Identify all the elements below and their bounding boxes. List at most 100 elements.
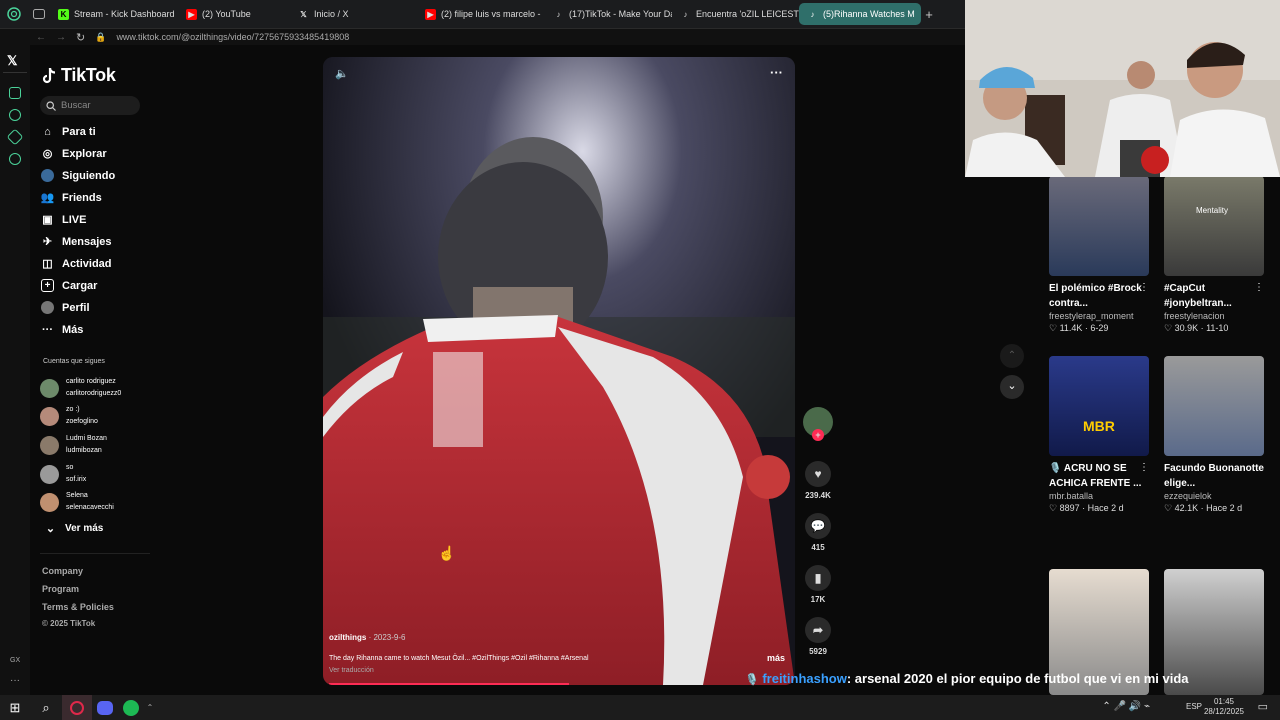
previous-video-button[interactable]: ⌃: [1000, 344, 1024, 368]
x-app-icon[interactable]: 𝕏: [7, 53, 17, 69]
tab-tiktok-active[interactable]: ♪ (5)Rihanna Watches M: [799, 3, 921, 25]
clock[interactable]: 01:45 28/12/2025: [1204, 697, 1244, 717]
video-frame: [323, 57, 795, 685]
live-icon: ▣: [42, 214, 53, 226]
volume-icon[interactable]: 🔈: [335, 67, 349, 80]
taskbar-overflow-icon[interactable]: ⌃: [144, 703, 156, 712]
settings-icon[interactable]: [9, 153, 21, 165]
taskbar: ⊞ ⌕ ⌃ ⌃ 🎤 🔊 ⌁ ESP 01:45 28/12/2025 ▭: [0, 695, 1280, 720]
tab-kick[interactable]: K Stream - Kick Dashboard: [50, 3, 178, 25]
tray-icons[interactable]: ⌃ 🎤 🔊 ⌁: [1102, 701, 1150, 712]
nav-para-ti[interactable]: ⌂ Para ti: [41, 125, 95, 138]
windows-start-icon[interactable]: ⊞: [0, 700, 30, 716]
discord-taskbar-icon[interactable]: [92, 700, 118, 715]
nav-friends[interactable]: 👥 Friends: [41, 191, 102, 205]
following-account[interactable]: so sof.irix: [40, 462, 86, 486]
url-field[interactable]: www.tiktok.com/@ozilthings/video/7275675…: [116, 32, 349, 42]
notifications-icon[interactable]: ▭: [1258, 700, 1268, 713]
following-account[interactable]: zo :) zoefoglino: [40, 404, 98, 428]
nav-cargar[interactable]: + Cargar: [41, 279, 97, 292]
tab-youtube-2[interactable]: ▶ (2) filipe luis vs marcelo -: [417, 3, 545, 25]
translate-link[interactable]: Ver traducción: [329, 667, 374, 674]
bookmarks-icon[interactable]: [9, 87, 21, 99]
footer-program[interactable]: Program: [42, 584, 79, 594]
lock-icon: 🔒: [95, 31, 107, 42]
tiktok-icon: ♪: [683, 9, 688, 19]
youtube-icon: ▶: [425, 8, 436, 20]
tab-tiktok-2[interactable]: ♪ Encuentra 'oZIL LEICESTE: [672, 3, 800, 25]
video-thumbnail: Mentality: [1164, 176, 1264, 276]
x-icon: 𝕏: [300, 9, 307, 19]
reload-icon[interactable]: ↻: [76, 31, 85, 44]
more-dots-icon[interactable]: ···: [10, 675, 20, 686]
browser-logo-icon[interactable]: [0, 0, 28, 29]
opera-gx-taskbar-icon[interactable]: [62, 695, 92, 720]
tab-workspaces-icon[interactable]: [28, 9, 50, 19]
more-options-icon[interactable]: ···: [770, 65, 783, 80]
share-button[interactable]: ➦ 5929: [800, 617, 836, 656]
video-author[interactable]: ozilthings: [329, 633, 366, 642]
recommended-card[interactable]: MBR 🎙️ ACRU NO SE ACHICA FRENTE ... mbr.…: [1049, 356, 1151, 514]
nav-siguiendo[interactable]: Siguiendo: [41, 169, 115, 182]
new-tab-button[interactable]: +: [921, 7, 937, 22]
browser-tab-bar: K Stream - Kick Dashboard ▶ (2) YouTube 𝕏I…: [0, 0, 965, 29]
nav-actividad[interactable]: ◫ Actividad: [41, 257, 111, 271]
kick-icon: K: [58, 8, 69, 20]
activity-icon: ◫: [42, 258, 53, 270]
following-account[interactable]: Selena selenacavecchi: [40, 490, 114, 514]
next-video-button[interactable]: ⌄: [1000, 375, 1024, 399]
save-button[interactable]: ▮ 17K: [800, 565, 836, 604]
tiktok-icon: ♪: [556, 9, 561, 19]
nav-explorar[interactable]: ◎ Explorar: [41, 147, 107, 161]
back-icon[interactable]: ←: [36, 32, 46, 43]
following-header: Cuentas que sigues: [43, 358, 105, 365]
card-menu-icon[interactable]: ⋮: [1254, 282, 1264, 293]
spotify-taskbar-icon[interactable]: [118, 699, 144, 716]
share-icon: ➦: [805, 617, 831, 643]
forward-icon[interactable]: →: [56, 32, 66, 43]
like-button[interactable]: ♥ 239.4K: [800, 461, 836, 500]
card-menu-icon[interactable]: ⋮: [1139, 282, 1149, 293]
recommended-card[interactable]: Mentality #CapCut #jonybeltran... freest…: [1164, 176, 1266, 334]
language-indicator[interactable]: ESP: [1186, 702, 1202, 711]
follow-plus-icon[interactable]: +: [812, 429, 824, 441]
tab-x[interactable]: 𝕏 Inicio / X: [290, 3, 417, 25]
divider: [40, 553, 150, 554]
following-account[interactable]: Ludmi Bozan ludmibozan: [40, 433, 107, 457]
comment-button[interactable]: 💬 415: [800, 513, 836, 552]
avatar: [40, 435, 59, 455]
chevron-up-icon: ⌃: [1007, 350, 1017, 361]
nav-mas[interactable]: ··· Más: [41, 323, 83, 336]
video-player[interactable]: 🔈 ··· ozilthings · 2023-9-6 The day Riha…: [323, 57, 795, 685]
tiktok-sidebar: TikTok Buscar ⌂ Para ti ◎ Explorar Siguien…: [30, 45, 160, 695]
footer-company[interactable]: Company: [42, 566, 83, 576]
tab-tiktok-1[interactable]: ♪ (17)TikTok - Make Your Da: [545, 3, 673, 25]
video-thumbnail: [1164, 356, 1264, 456]
tab-youtube[interactable]: ▶ (2) YouTube: [178, 3, 290, 25]
avatar: [40, 378, 59, 398]
see-more-button[interactable]: ⌄ Ver más: [44, 522, 103, 535]
avatar: [40, 464, 59, 484]
following-account[interactable]: carlito rodriguez carlitorodriguezz0: [40, 376, 121, 400]
author-avatar[interactable]: +: [800, 407, 836, 441]
nav-mensajes[interactable]: ✈ Mensajes: [41, 235, 112, 249]
more-icon: ···: [42, 323, 53, 336]
webcam-feed: [965, 0, 1280, 177]
caption-more-button[interactable]: más: [767, 653, 785, 663]
nav-perfil[interactable]: Perfil: [41, 301, 90, 314]
card-menu-icon[interactable]: ⋮: [1139, 462, 1149, 473]
video-caption: The day Rihanna came to watch Mesut Özil…: [329, 655, 589, 662]
recommended-card[interactable]: El polémico #Brock contra... freestylera…: [1049, 176, 1151, 334]
history-icon[interactable]: [9, 109, 21, 121]
search-input[interactable]: Buscar: [40, 96, 140, 115]
extensions-icon[interactable]: [6, 128, 24, 146]
gx-icon[interactable]: GX: [10, 657, 20, 664]
chat-text: : arsenal 2020 el pior equipo de futbol …: [846, 671, 1189, 686]
chevron-down-icon: ⌄: [1007, 380, 1017, 392]
footer-terms[interactable]: Terms & Policies: [42, 602, 114, 612]
nav-live[interactable]: ▣ LIVE: [41, 213, 86, 227]
recommended-card[interactable]: Facundo Buonanotte elige... ezzequielok …: [1164, 356, 1266, 514]
video-thumbnail: MBR: [1049, 356, 1149, 456]
tiktok-logo[interactable]: TikTok: [41, 65, 116, 86]
search-icon[interactable]: ⌕: [30, 700, 62, 716]
